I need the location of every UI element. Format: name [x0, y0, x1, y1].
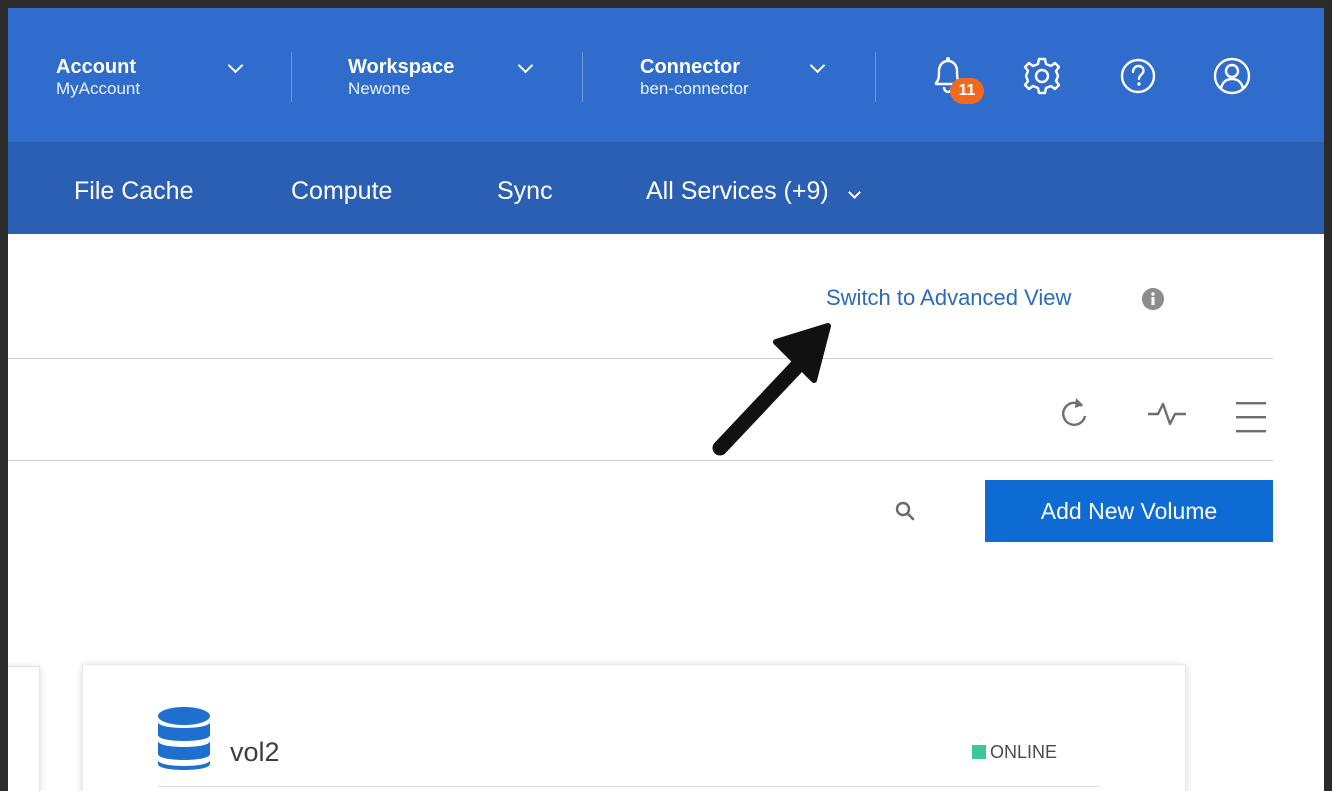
gear-icon[interactable] [1020, 54, 1064, 98]
annotation-arrow-icon [712, 323, 831, 456]
search-icon[interactable] [894, 500, 916, 522]
card-divider [158, 786, 1100, 787]
volume-status: ONLINE [990, 742, 1058, 762]
notification-badge: 11 [950, 78, 984, 104]
workspace-label: Workspace [348, 56, 455, 78]
workspace-value: Newone [348, 79, 411, 98]
connector-selector[interactable]: Connector ben-connector [640, 56, 749, 100]
account-label: Account [56, 56, 136, 78]
section-divider [8, 460, 1273, 461]
help-icon[interactable] [1116, 54, 1160, 98]
nav-item-compute[interactable]: Compute [291, 176, 392, 206]
status-online-indicator [972, 745, 986, 759]
nav-item-all-services[interactable]: All Services (+9) [646, 176, 829, 206]
refresh-icon[interactable] [1056, 392, 1092, 432]
header-divider [582, 52, 583, 102]
nav-item-file-cache[interactable]: File Cache [74, 176, 194, 206]
account-value: MyAccount [56, 79, 141, 98]
volume-name[interactable]: vol2 [230, 736, 280, 768]
user-icon[interactable] [1210, 54, 1254, 98]
account-selector[interactable]: Account MyAccount [56, 56, 140, 100]
switch-to-advanced-view-link[interactable]: Switch to Advanced View [826, 284, 1071, 312]
volume-card[interactable] [82, 664, 1186, 791]
connector-value: ben-connector [640, 79, 749, 98]
nav-item-sync[interactable]: Sync [497, 176, 553, 206]
connector-label: Connector [640, 56, 740, 78]
database-icon [158, 707, 210, 770]
header-divider [291, 52, 292, 102]
app-frame: Account MyAccount Workspace Newone Conne… [8, 8, 1324, 791]
header-divider [875, 52, 876, 102]
menu-icon[interactable] [1234, 398, 1268, 438]
workspace-selector[interactable]: Workspace Newone [348, 56, 454, 100]
add-new-volume-button[interactable]: Add New Volume [985, 480, 1273, 542]
info-icon[interactable] [1142, 288, 1164, 310]
volume-card-partial[interactable] [8, 666, 40, 791]
section-divider [8, 358, 1273, 359]
activity-icon[interactable] [1146, 398, 1190, 428]
